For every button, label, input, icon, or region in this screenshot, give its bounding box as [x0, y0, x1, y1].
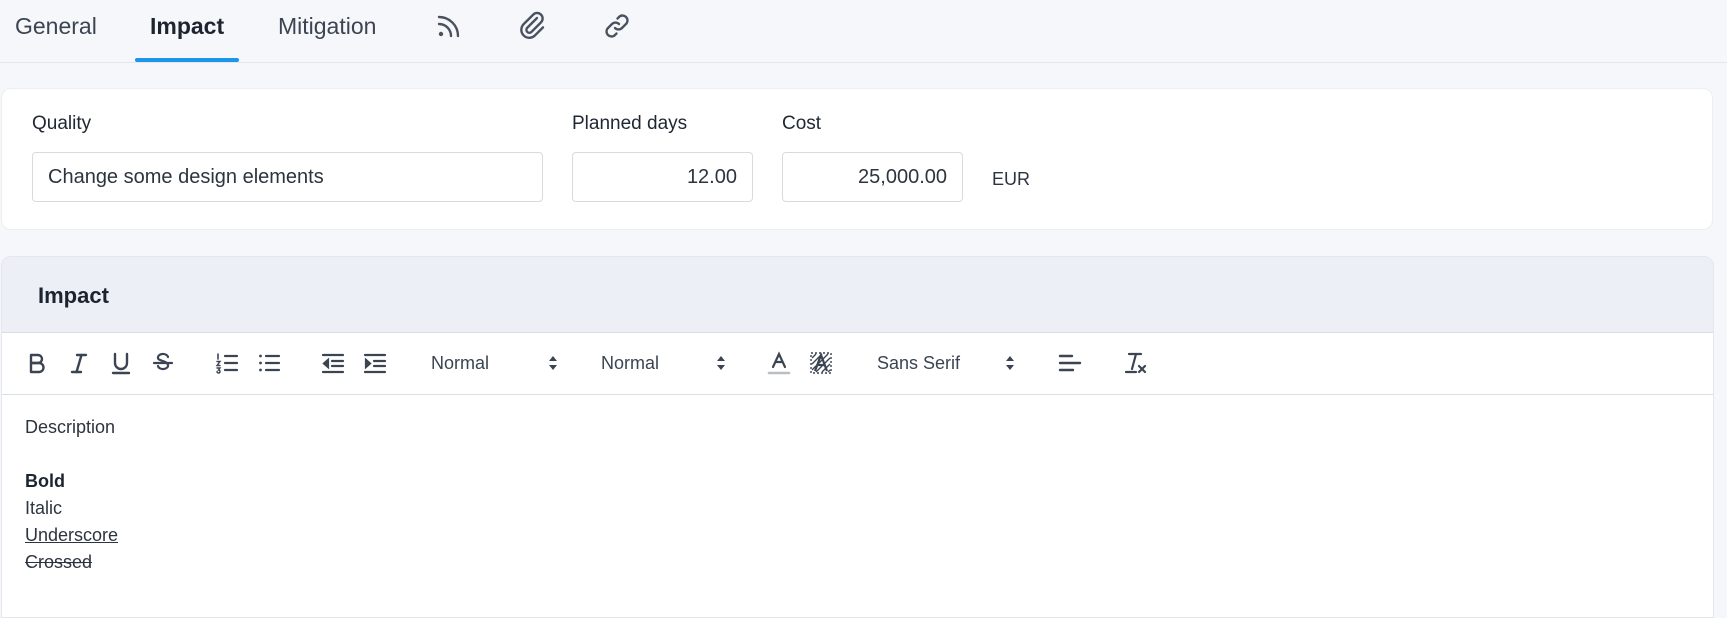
tab-impact[interactable]: Impact: [150, 0, 224, 62]
header-select-value: Normal: [431, 353, 490, 373]
rich-text-toolbar: Normal Normal Sans Serif: [2, 332, 1713, 395]
header-select[interactable]: Normal: [431, 346, 561, 380]
tab-bar: General Impact Mitigation: [0, 0, 1727, 63]
paperclip-icon[interactable]: [516, 10, 548, 42]
rss-icon[interactable]: [433, 10, 465, 42]
bold-icon[interactable]: [20, 346, 54, 380]
size-select[interactable]: Normal: [601, 346, 731, 380]
text-color-icon[interactable]: [762, 346, 796, 380]
ordered-list-icon[interactable]: [210, 346, 244, 380]
rich-text-editor[interactable]: Description Bold Italic Underscore Cross…: [2, 394, 1713, 617]
impact-section-title: Impact: [38, 283, 109, 308]
editor-line-description: Description: [25, 417, 116, 437]
cost-label: Cost: [782, 113, 822, 134]
strikethrough-icon[interactable]: [146, 346, 180, 380]
link-icon[interactable]: [601, 10, 633, 42]
impact-section: Impact Normal Normal Sans Serif Descript…: [1, 256, 1714, 618]
underline-icon[interactable]: [104, 346, 138, 380]
editor-line-strike: Crossed: [25, 552, 93, 572]
select-arrows-icon: [1006, 356, 1014, 370]
outdent-icon[interactable]: [316, 346, 350, 380]
font-select-value: Sans Serif: [877, 353, 961, 373]
select-arrows-icon: [717, 356, 725, 370]
italic-icon[interactable]: [62, 346, 96, 380]
bullet-list-icon[interactable]: [252, 346, 286, 380]
tab-mitigation[interactable]: Mitigation: [278, 0, 376, 62]
quality-input[interactable]: Change some design elements: [32, 152, 543, 202]
indent-icon[interactable]: [358, 346, 392, 380]
cost-input[interactable]: 25,000.00: [782, 152, 963, 202]
planned-days-input[interactable]: 12.00: [572, 152, 753, 202]
select-arrows-icon: [549, 356, 557, 370]
editor-blank-line: [25, 441, 1690, 468]
editor-line-underline: Underscore: [25, 525, 119, 545]
align-left-icon[interactable]: [1053, 346, 1087, 380]
clear-formatting-icon[interactable]: [1119, 346, 1153, 380]
impact-section-header: Impact: [2, 257, 1713, 332]
active-tab-indicator: [135, 58, 239, 62]
editor-line-italic: Italic: [25, 498, 63, 518]
tab-general[interactable]: General: [15, 0, 97, 62]
quality-label: Quality: [32, 113, 92, 134]
currency-unit: EUR: [992, 169, 1031, 189]
background-color-icon[interactable]: [804, 346, 838, 380]
impact-fields-card: Quality Change some design elements Plan…: [1, 88, 1713, 230]
planned-days-label: Planned days: [572, 113, 688, 134]
font-select[interactable]: Sans Serif: [877, 346, 1017, 380]
size-select-value: Normal: [601, 353, 660, 373]
editor-line-bold: Bold: [25, 471, 65, 491]
